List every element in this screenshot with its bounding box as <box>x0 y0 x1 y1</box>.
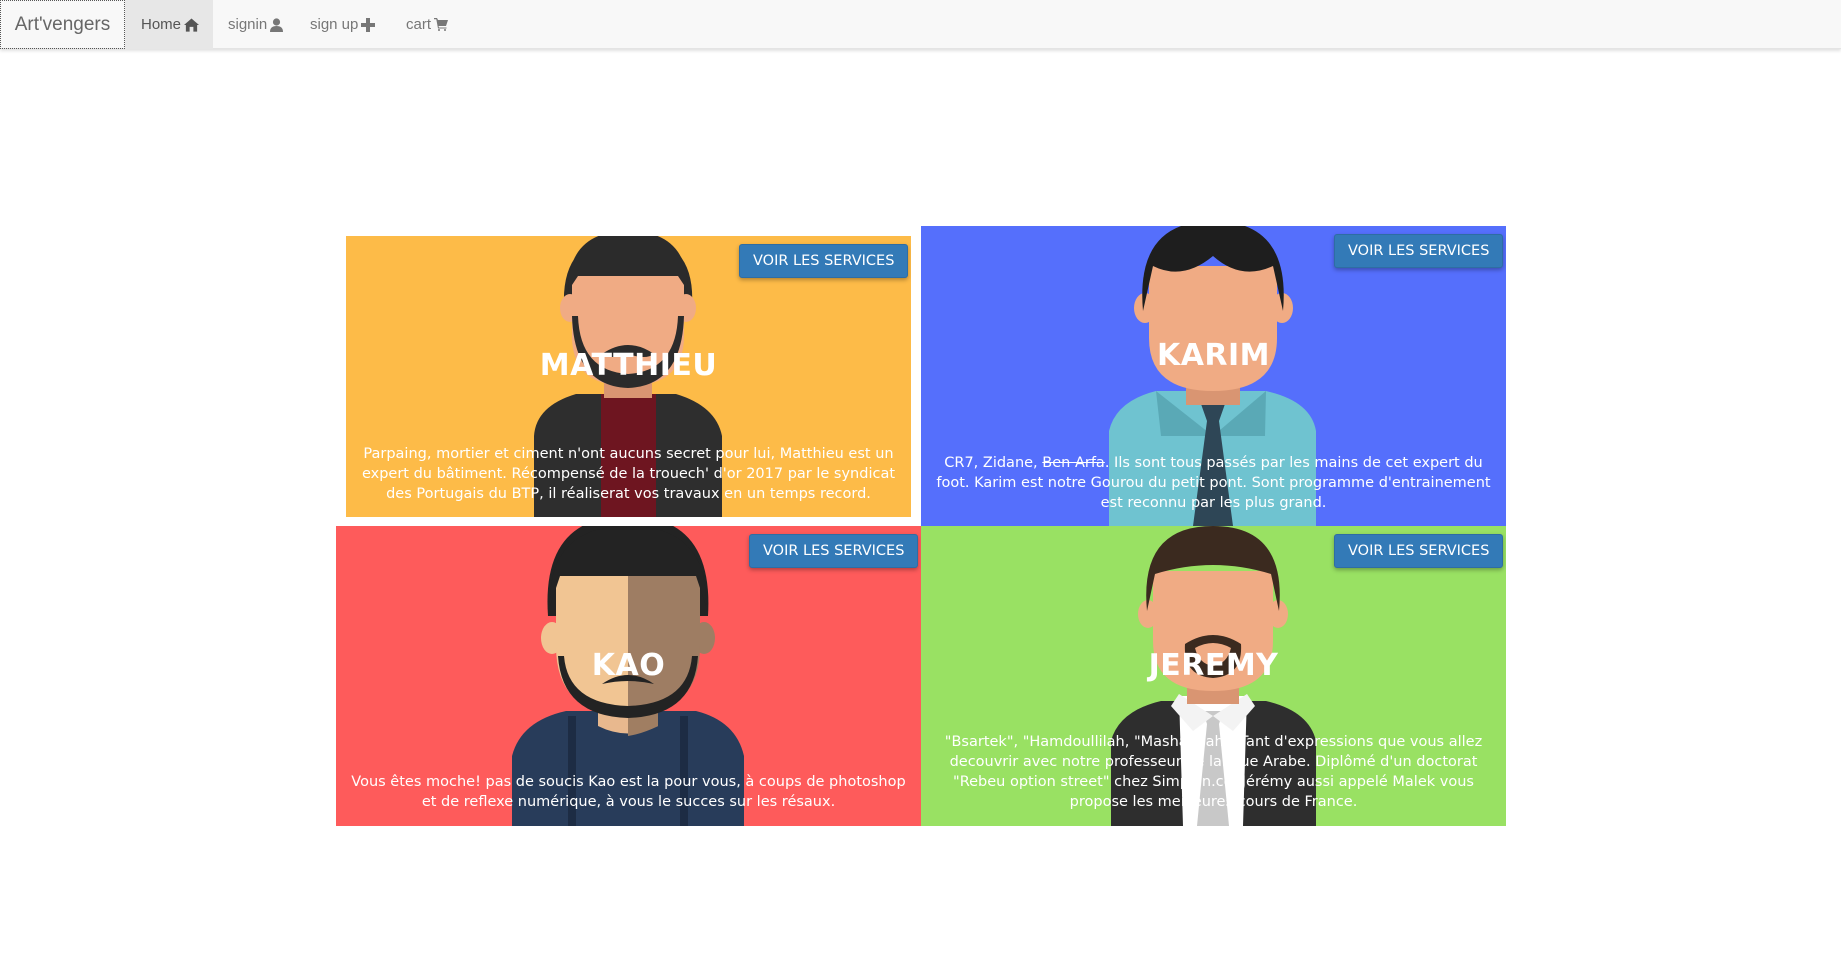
profile-card-jeremy: JEREMY "Bsartek", "Hamdoullilah, "MashaA… <box>921 526 1506 826</box>
card-description: Parpaing, mortier et ciment n'ont aucuns… <box>361 446 896 502</box>
nav-item-home[interactable]: Home <box>125 0 213 49</box>
profile-card-karim: KARIM CR7, Zidane, Ben Arfa. Ils sont to… <box>921 226 1506 526</box>
plus-icon <box>361 17 376 32</box>
nav-item-signin[interactable]: signin <box>213 0 295 49</box>
nav-item-cart[interactable]: cart <box>392 0 472 49</box>
nav-item-signup[interactable]: sign up <box>295 0 392 49</box>
profile-card-matthieu: MATTHIEU Parpaing, mortier et ciment n'o… <box>346 236 911 517</box>
home-icon <box>184 17 200 32</box>
card-description-strikethrough: Ben Arfa <box>1042 455 1105 471</box>
cart-icon <box>434 18 449 31</box>
brand-link[interactable]: Art'vengers <box>0 0 125 49</box>
card-description-part: CR7, Zidane, <box>944 455 1043 471</box>
card-title: MATTHIEU <box>539 348 718 383</box>
card-description: "Bsartek", "Hamdoullilah, "MashaAllah", … <box>944 734 1483 810</box>
card-description: CR7, Zidane, Ben Arfa. Ils sont tous pas… <box>927 453 1500 513</box>
top-navbar: Art'vengers Home signin sign up cart <box>0 0 1841 49</box>
card-title: KAO <box>591 648 666 683</box>
nav-item-label: Home <box>141 16 182 33</box>
card-description: Vous êtes moche! pas de soucis Kao est l… <box>351 774 906 810</box>
voir-services-button[interactable]: VOIR LES SERVICES <box>739 244 909 278</box>
voir-services-button[interactable]: VOIR LES SERVICES <box>749 534 919 568</box>
voir-services-button[interactable]: VOIR LES SERVICES <box>1334 534 1504 568</box>
nav-item-label: sign up <box>310 16 359 33</box>
card-title: KARIM <box>1156 338 1271 373</box>
profile-card-kao: KAO Vous êtes moche! pas de soucis Kao e… <box>336 526 921 826</box>
user-icon <box>270 17 284 32</box>
nav-item-label: signin <box>228 16 268 33</box>
voir-services-button[interactable]: VOIR LES SERVICES <box>1334 234 1504 268</box>
card-title: JEREMY <box>1148 648 1279 683</box>
nav-item-label: cart <box>406 16 432 33</box>
